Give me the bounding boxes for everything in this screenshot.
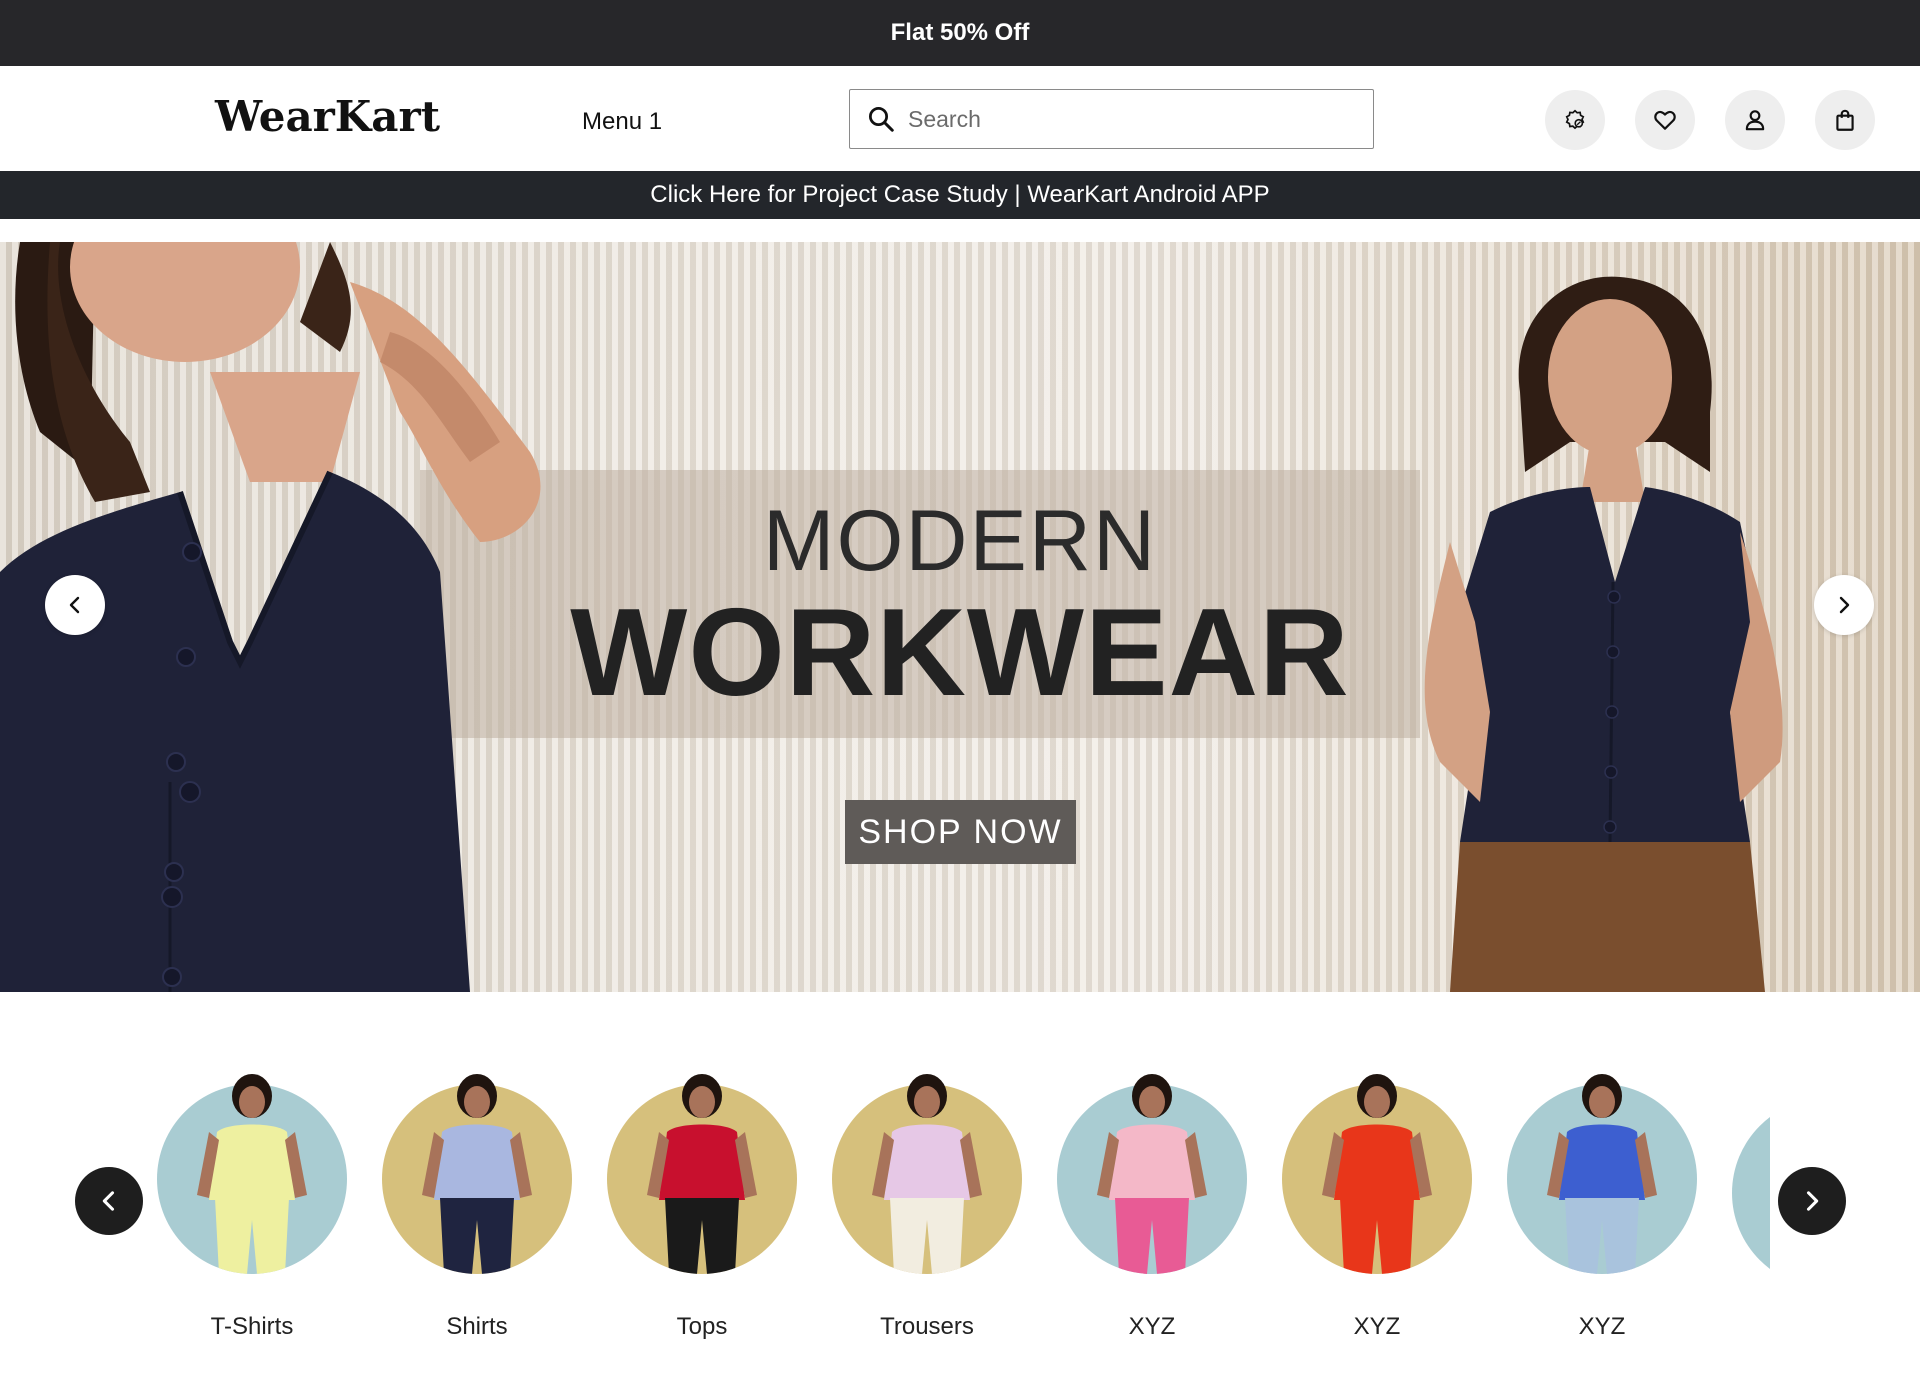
category-prev-button[interactable] xyxy=(75,1167,143,1235)
category-track: T-Shirts Shirts Tops Trousers XYZ XYZ XYZ xyxy=(140,1060,1770,1360)
category-label: Shirts xyxy=(446,1313,508,1340)
heart-icon xyxy=(1654,110,1676,130)
category-image xyxy=(1057,1074,1247,1274)
hero-prev-button[interactable] xyxy=(45,575,105,635)
coupon-icon xyxy=(1565,109,1585,130)
category-model-image xyxy=(832,1074,1022,1274)
category-model-image xyxy=(607,1074,797,1274)
category-item[interactable]: Shirts xyxy=(357,1060,582,1350)
hero-next-button[interactable] xyxy=(1814,575,1874,635)
account-button[interactable] xyxy=(1725,90,1785,150)
category-image xyxy=(382,1074,572,1274)
case-study-link[interactable]: Click Here for Project Case Study | Wear… xyxy=(0,171,1920,219)
search-input[interactable] xyxy=(908,105,1348,133)
category-image xyxy=(1732,1098,1770,1288)
shop-now-button[interactable]: SHOP NOW xyxy=(845,800,1076,864)
category-model-image xyxy=(157,1074,347,1274)
category-item[interactable]: T-Shirts xyxy=(140,1060,357,1350)
chevron-left-icon xyxy=(102,1191,115,1211)
category-image xyxy=(832,1074,1022,1274)
category-label: Trousers xyxy=(880,1313,974,1340)
category-item-partial[interactable] xyxy=(1707,1060,1770,1350)
search-icon xyxy=(869,107,894,132)
promo-text: Flat 50% Off xyxy=(890,19,1030,46)
wishlist-button[interactable] xyxy=(1635,90,1695,150)
category-carousel: T-Shirts Shirts Tops Trousers XYZ XYZ XYZ xyxy=(0,1060,1920,1360)
category-image xyxy=(157,1074,347,1274)
hero-banner: MODERN WORKWEAR SHOP NOW xyxy=(0,242,1920,992)
chevron-right-icon xyxy=(1839,596,1850,614)
hero-title-line1: MODERN xyxy=(762,493,1158,589)
shopping-bag-icon xyxy=(1836,109,1854,131)
category-model-image xyxy=(1507,1074,1697,1274)
case-study-text: Click Here for Project Case Study | Wear… xyxy=(650,181,1270,208)
hero-title-line2: WORKWEAR xyxy=(570,584,1350,722)
category-label: T-Shirts xyxy=(210,1313,294,1340)
category-image xyxy=(1507,1074,1697,1274)
site-header: WearKart Menu 1 xyxy=(0,66,1920,171)
category-next-button[interactable] xyxy=(1778,1167,1846,1235)
chevron-right-icon xyxy=(1806,1191,1819,1211)
coupon-button[interactable] xyxy=(1545,90,1605,150)
category-label: XYZ xyxy=(1578,1313,1626,1340)
user-icon xyxy=(1745,110,1765,131)
category-image xyxy=(1282,1074,1472,1274)
cart-button[interactable] xyxy=(1815,90,1875,150)
chevron-left-icon xyxy=(69,596,80,614)
category-item[interactable]: XYZ xyxy=(1482,1060,1707,1350)
category-item[interactable]: XYZ xyxy=(1257,1060,1482,1350)
category-model-image xyxy=(1057,1074,1247,1274)
category-item[interactable]: Tops xyxy=(582,1060,807,1350)
category-model-image xyxy=(1282,1074,1472,1274)
category-image xyxy=(607,1074,797,1274)
category-item[interactable]: Trousers xyxy=(807,1060,1032,1350)
promo-banner: Flat 50% Off xyxy=(0,0,1920,66)
menu-link[interactable]: Menu 1 xyxy=(582,108,662,136)
brand-logo[interactable]: WearKart xyxy=(215,92,440,141)
category-label: Tops xyxy=(676,1313,728,1340)
search-box[interactable] xyxy=(849,89,1374,149)
category-label: XYZ xyxy=(1353,1313,1401,1340)
category-label: XYZ xyxy=(1128,1313,1176,1340)
category-model-image xyxy=(382,1074,572,1274)
category-item[interactable]: XYZ xyxy=(1032,1060,1257,1350)
